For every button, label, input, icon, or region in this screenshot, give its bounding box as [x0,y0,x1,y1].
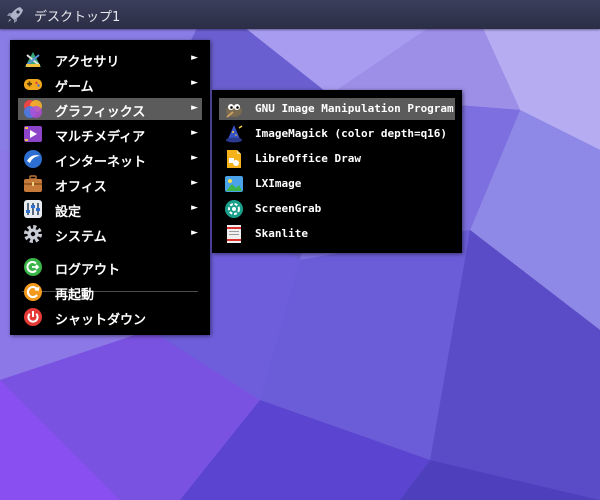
screengrab-icon [224,199,244,219]
submenu-arrow-icon: ► [191,178,198,188]
reboot-button[interactable]: 再起動 [18,281,202,303]
rocket-icon[interactable] [3,3,27,27]
menu-item-label: 設定 [55,205,82,220]
menu-item-office[interactable]: オフィス ► [18,173,202,195]
submenu-arrow-icon: ► [191,203,198,213]
menu-item-label: アクセサリ [55,55,120,70]
reboot-icon [23,282,43,302]
gimp-icon [224,99,244,119]
menu-item-label: マルチメディア [55,130,146,145]
menu-item-label: インターネット [55,155,147,170]
menu-item-label: オフィス [55,180,107,195]
submenu-arrow-icon: ► [191,53,198,63]
menu-item-label: シャットダウン [55,313,147,328]
submenu-item-lximage[interactable]: LXImage [219,173,455,195]
menu-item-multimedia[interactable]: マルチメディア ► [18,123,202,145]
desktop[interactable]: デスクトップ1 アクセサリ ► ゲーム ► グラフィックス ► マルチメディア … [0,0,600,500]
menu-item-settings[interactable]: 設定 ► [18,198,202,220]
menu-item-games[interactable]: ゲーム ► [18,73,202,95]
skanlite-icon [224,224,244,244]
graphics-submenu: GNU Image Manipulation Program ImageMagi… [212,90,462,253]
menu-item-label: グラフィックス [55,105,146,120]
menu-item-label: LXImage [255,177,302,190]
lximage-icon [224,174,244,194]
submenu-item-screengrab[interactable]: ScreenGrab [219,198,455,220]
menu-item-label: LibreOffice Draw [255,152,361,165]
menu-item-label: 再起動 [55,288,95,303]
imagemagick-wizard-icon [224,124,244,144]
logout-button[interactable]: ログアウト [18,256,202,278]
system-gear-icon [23,224,43,244]
briefcase-icon [23,174,43,194]
submenu-arrow-icon: ► [191,228,198,238]
menu-item-label: システム [55,230,107,245]
menu-item-system[interactable]: システム ► [18,223,202,245]
logout-icon [23,257,43,277]
menu-item-label: ログアウト [55,263,121,278]
multimedia-icon [23,124,43,144]
accessories-icon [23,49,43,69]
shutdown-button[interactable]: シャットダウン [18,306,202,328]
submenu-arrow-icon: ► [191,153,198,163]
menu-item-label: ゲーム [55,80,94,95]
menu-item-internet[interactable]: インターネット ► [18,148,202,170]
menu-item-graphics[interactable]: グラフィックス ► [18,98,202,120]
submenu-item-libreoffice-draw[interactable]: LibreOffice Draw [219,148,455,170]
settings-icon [23,199,43,219]
libreoffice-draw-icon [224,149,244,169]
application-menu: アクセサリ ► ゲーム ► グラフィックス ► マルチメディア ► インターネッ… [10,40,210,335]
internet-icon [23,149,43,169]
power-icon [23,307,43,327]
submenu-item-skanlite[interactable]: Skanlite [219,223,455,245]
menu-item-label: GNU Image Manipulation Program [255,102,454,115]
top-panel: デスクトップ1 [0,0,600,29]
menu-item-label: Skanlite [255,227,308,240]
submenu-item-gimp[interactable]: GNU Image Manipulation Program [219,98,455,120]
desktop-switcher-label[interactable]: デスクトップ1 [34,6,120,25]
menu-item-label: ImageMagick (color depth=q16) [255,127,448,140]
menu-item-accessories[interactable]: アクセサリ ► [18,48,202,70]
submenu-arrow-icon: ► [191,78,198,88]
submenu-arrow-icon: ► [191,103,198,113]
submenu-arrow-icon: ► [191,128,198,138]
gamepad-icon [23,74,43,94]
submenu-item-imagemagick[interactable]: ImageMagick (color depth=q16) [219,123,455,145]
menu-item-label: ScreenGrab [255,202,322,215]
graphics-icon [23,99,43,119]
